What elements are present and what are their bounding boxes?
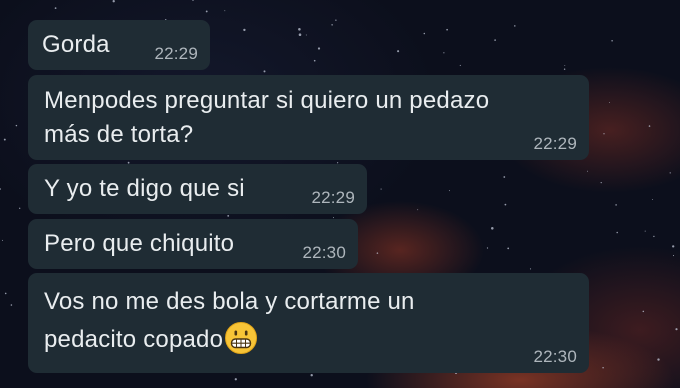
star	[611, 39, 613, 42]
star	[609, 102, 610, 104]
message-bubble[interactable]: Y yo te digo que si 22:29	[28, 164, 367, 214]
star	[3, 138, 6, 141]
grimacing-face-icon	[225, 322, 258, 354]
star	[657, 358, 660, 361]
message-time: 22:30	[302, 243, 346, 262]
message-time: 22:29	[533, 134, 577, 153]
star	[2, 239, 3, 241]
star	[0, 188, 1, 190]
star	[205, 10, 208, 13]
star	[310, 374, 313, 377]
star	[443, 52, 445, 54]
message-text: Gorda	[42, 31, 110, 58]
star	[417, 209, 419, 211]
star	[514, 25, 516, 27]
star	[243, 28, 246, 32]
star	[313, 59, 316, 62]
star	[459, 64, 461, 66]
star	[54, 7, 57, 9]
star	[529, 268, 532, 270]
star	[503, 176, 506, 178]
star	[263, 70, 266, 73]
star	[331, 24, 333, 26]
star	[672, 255, 675, 257]
star	[380, 188, 382, 190]
star	[644, 230, 646, 232]
star	[112, 0, 115, 3]
star	[652, 199, 653, 201]
star	[333, 217, 334, 219]
star	[305, 34, 307, 36]
star	[298, 33, 302, 36]
star	[317, 47, 321, 50]
star	[564, 64, 566, 66]
star	[10, 304, 13, 306]
star	[648, 125, 651, 127]
star	[376, 252, 379, 254]
message-text: Menpodes preguntar si quiero un pedazo m…	[44, 87, 490, 148]
star	[603, 133, 605, 135]
star	[486, 247, 489, 249]
star	[192, 0, 194, 1]
star	[19, 207, 21, 209]
star	[227, 214, 230, 217]
star	[448, 190, 450, 192]
message-bubble[interactable]: Vos no me des bola y cortarme un pedacit…	[28, 273, 589, 373]
star	[675, 328, 678, 331]
star	[15, 124, 18, 127]
star	[494, 39, 496, 41]
star	[335, 19, 337, 21]
star	[563, 68, 566, 70]
star	[4, 292, 7, 295]
star	[602, 367, 604, 369]
message-text: Pero que chiquito	[44, 230, 235, 257]
star	[653, 235, 655, 238]
star	[504, 203, 507, 206]
message-bubble[interactable]: Gorda 22:29	[28, 20, 210, 70]
message-time: 22:29	[311, 188, 355, 207]
star	[298, 28, 301, 31]
message-bubble[interactable]: Pero que chiquito 22:30	[28, 219, 358, 269]
star	[669, 172, 671, 174]
star	[600, 181, 602, 184]
star	[491, 227, 494, 230]
star	[616, 231, 618, 234]
star	[507, 247, 510, 250]
star	[642, 310, 645, 313]
star	[397, 50, 400, 53]
message-time: 22:29	[154, 44, 198, 63]
star	[446, 28, 448, 31]
message-bubble[interactable]: Menpodes preguntar si quiero un pedazo m…	[28, 75, 589, 160]
star	[615, 204, 617, 206]
star	[423, 32, 426, 35]
message-time: 22:30	[533, 347, 577, 366]
star	[224, 10, 226, 12]
star	[672, 245, 675, 248]
star	[587, 170, 588, 172]
star	[234, 378, 237, 381]
message-text: Y yo te digo que si	[44, 175, 245, 202]
